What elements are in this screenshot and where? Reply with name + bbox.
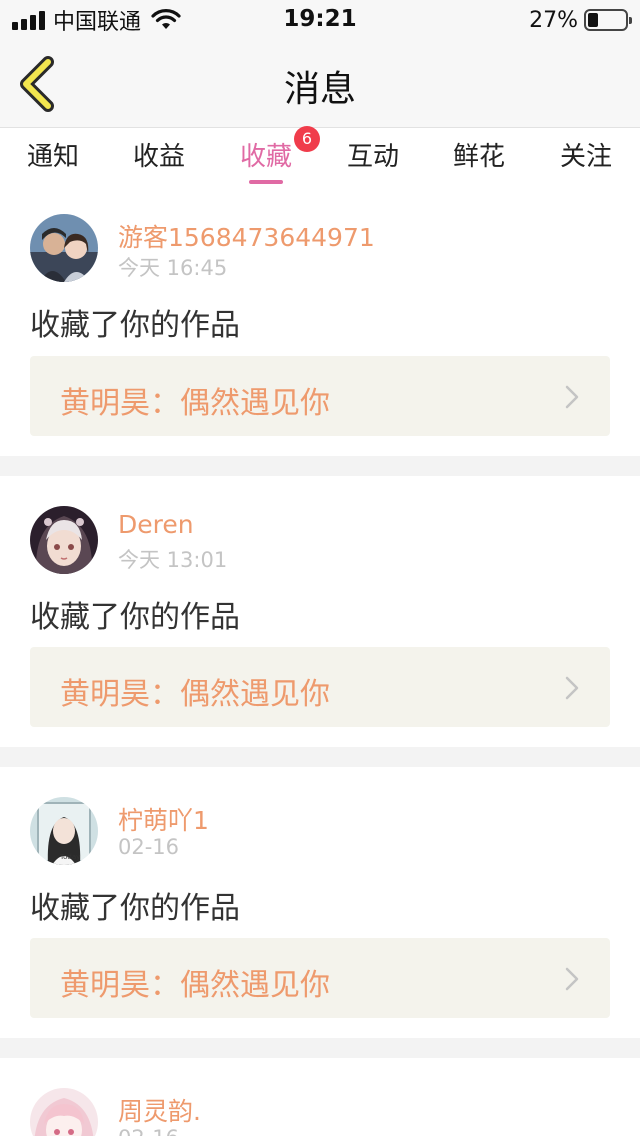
tab-label: 通知 bbox=[26, 142, 79, 172]
message-card: Deren 今天 13:01 收藏了你的作品 黄明昊：偶然遇见你 bbox=[0, 476, 640, 747]
tab-earnings[interactable]: 收益 bbox=[106, 136, 212, 184]
username[interactable]: 周灵韵. bbox=[118, 1092, 201, 1128]
tab-notifications[interactable]: 通知 bbox=[0, 136, 106, 184]
divider bbox=[0, 456, 640, 476]
work-title: 黄明昊：偶然遇见你 bbox=[60, 677, 330, 712]
avatar[interactable] bbox=[30, 214, 98, 282]
divider bbox=[0, 1038, 640, 1058]
timestamp: 今天 16:45 bbox=[118, 256, 228, 280]
tab-label: 关注 bbox=[559, 142, 612, 172]
chevron-right-icon bbox=[565, 385, 579, 409]
battery-icon bbox=[584, 9, 632, 31]
tab-following[interactable]: 关注 bbox=[533, 136, 639, 184]
action-text: 收藏了你的作品 bbox=[30, 308, 240, 343]
work-link[interactable]: 黄明昊：偶然遇见你 bbox=[30, 356, 610, 436]
timestamp: 02-16 bbox=[118, 1126, 179, 1136]
status-bar: 中国联通 19:21 27% bbox=[0, 0, 640, 40]
timestamp: 02-16 bbox=[118, 835, 180, 859]
avatar[interactable] bbox=[30, 506, 98, 574]
username[interactable]: 柠萌吖1 bbox=[118, 801, 209, 837]
battery-percentage: 27% bbox=[529, 7, 578, 33]
nav-bar: 消息 bbox=[0, 40, 640, 128]
timestamp: 今天 13:01 bbox=[118, 548, 228, 572]
tab-label: 互动 bbox=[346, 142, 399, 172]
avatar[interactable] bbox=[30, 1088, 98, 1136]
tab-flowers[interactable]: 鲜花 bbox=[426, 136, 532, 184]
divider bbox=[0, 747, 640, 767]
message-card: 周灵韵. 02-16 bbox=[0, 1058, 640, 1136]
chevron-right-icon bbox=[565, 967, 579, 991]
unread-badge: 6 bbox=[294, 126, 320, 152]
chevron-right-icon bbox=[565, 676, 579, 700]
tab-label: 收益 bbox=[132, 142, 185, 172]
action-text: 收藏了你的作品 bbox=[30, 600, 240, 635]
username[interactable]: 游客1568473644971 bbox=[118, 218, 375, 254]
tab-interactions[interactable]: 互动 bbox=[320, 136, 426, 184]
tab-label: 收藏 bbox=[239, 142, 292, 172]
work-link[interactable]: 黄明昊：偶然遇见你 bbox=[30, 647, 610, 727]
username[interactable]: Deren bbox=[118, 510, 194, 539]
messages-screen: 中国联通 19:21 27% 消息 通知 收益 收藏 6 互动 鲜花 关注 游客… bbox=[0, 0, 640, 1136]
avatar[interactable]: Today bbox=[30, 797, 98, 865]
message-card: Today 柠萌吖1 02-16 收藏了你的作品 黄明昊：偶然遇见你 bbox=[0, 767, 640, 1038]
message-list: 游客1568473644971 今天 16:45 收藏了你的作品 黄明昊：偶然遇… bbox=[0, 184, 640, 1136]
work-title: 黄明昊：偶然遇见你 bbox=[60, 386, 330, 421]
svg-text:Today: Today bbox=[59, 853, 80, 861]
message-card: 游客1568473644971 今天 16:45 收藏了你的作品 黄明昊：偶然遇… bbox=[0, 184, 640, 456]
page-title: 消息 bbox=[283, 69, 356, 110]
action-text: 收藏了你的作品 bbox=[30, 891, 240, 926]
tab-bar: 通知 收益 收藏 6 互动 鲜花 关注 bbox=[0, 126, 640, 184]
tab-favorites[interactable]: 收藏 6 bbox=[213, 126, 320, 184]
work-link[interactable]: 黄明昊：偶然遇见你 bbox=[30, 938, 610, 1018]
work-title: 黄明昊：偶然遇见你 bbox=[60, 968, 330, 1003]
tab-label: 鲜花 bbox=[452, 142, 505, 172]
